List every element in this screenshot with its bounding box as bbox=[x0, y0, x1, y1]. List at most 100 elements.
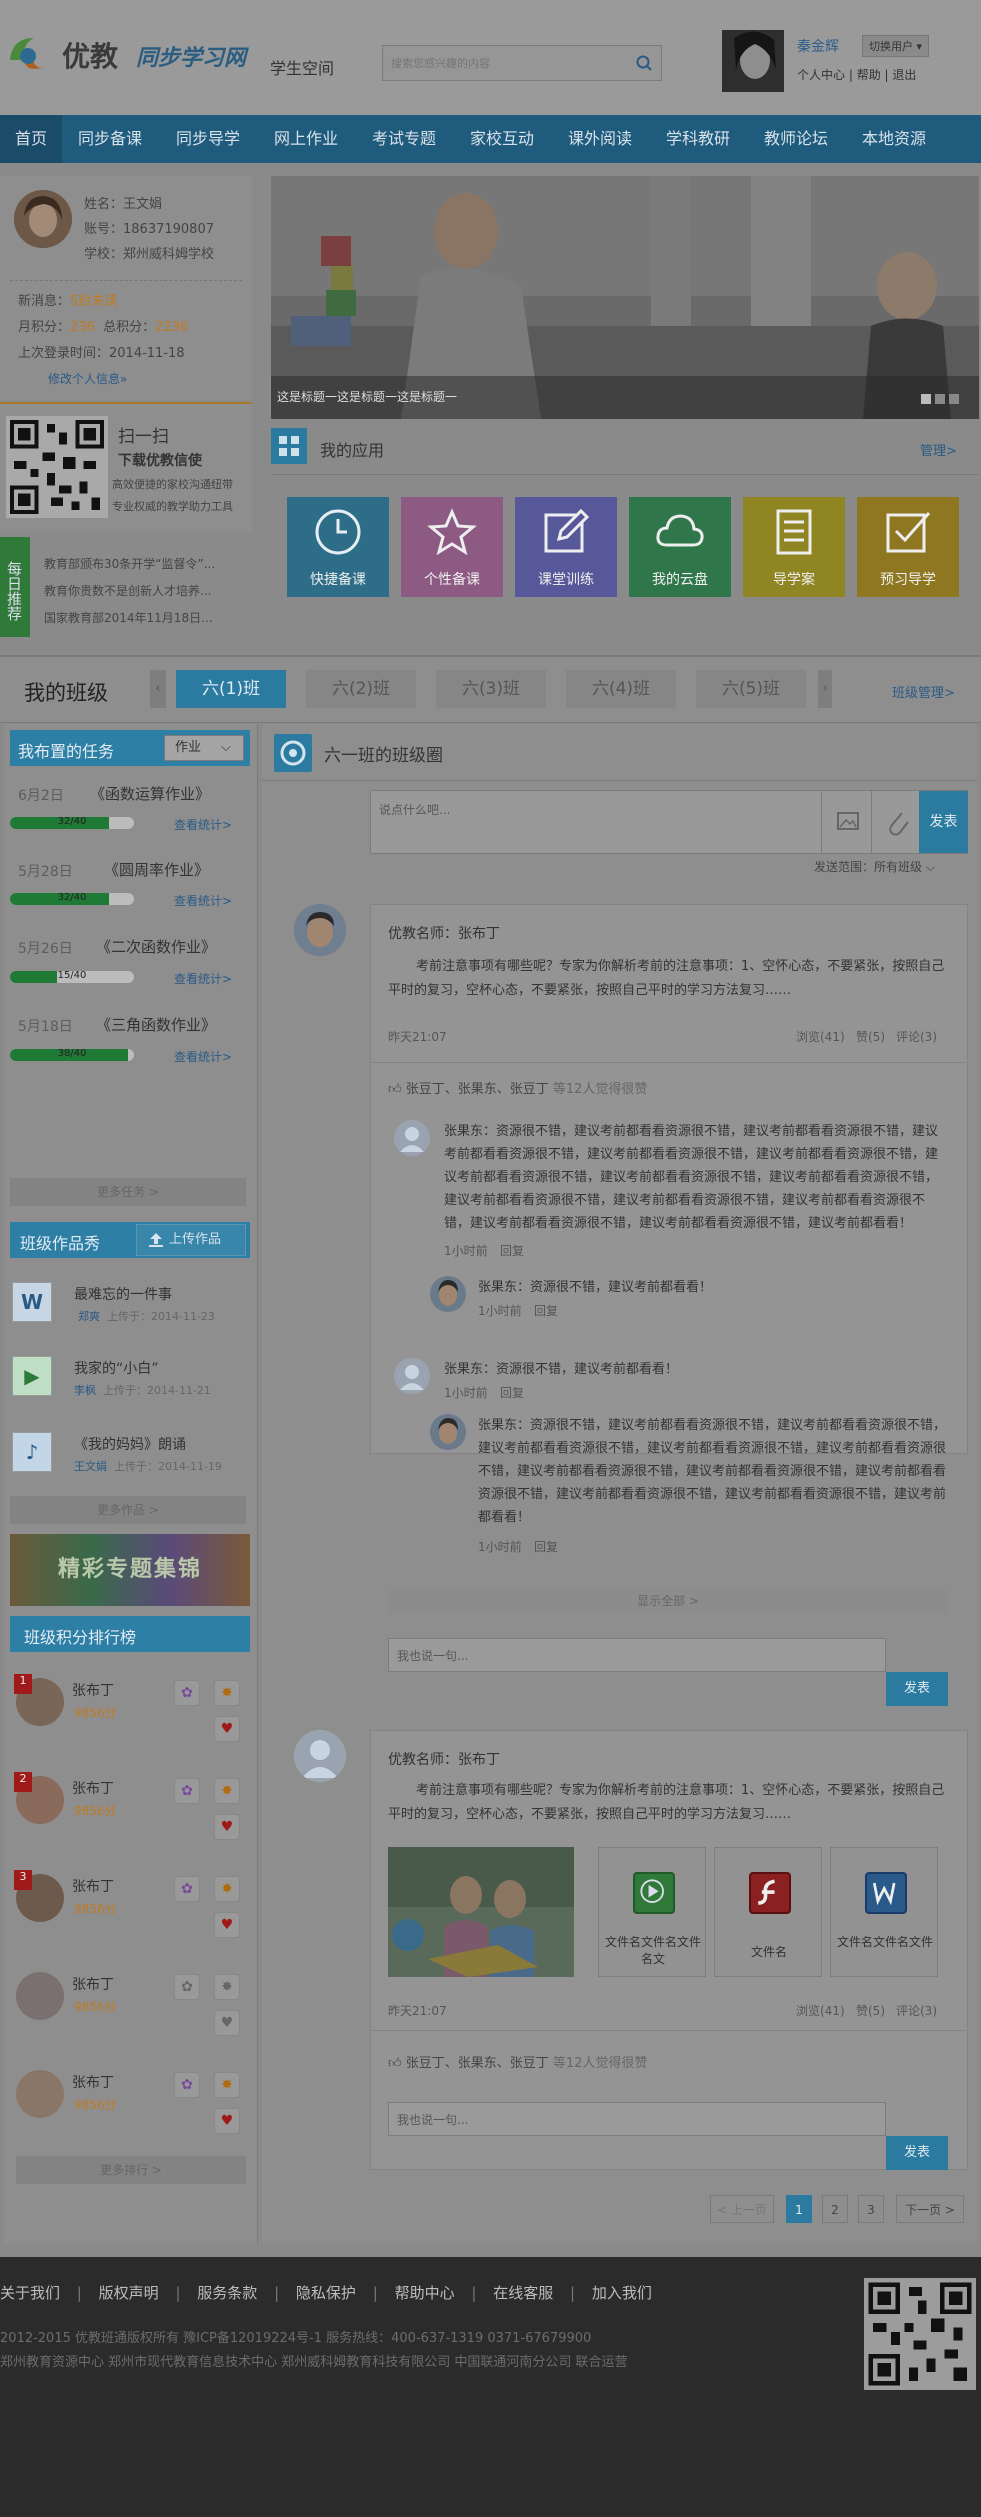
class-tab-5[interactable]: 六(5)班 bbox=[696, 670, 806, 708]
post-author[interactable]: 优教名师：张布丁 bbox=[388, 1749, 500, 1769]
task-filter-select[interactable]: 作业 ⌵ bbox=[164, 735, 244, 761]
task-stat-link[interactable]: 查看统计> bbox=[174, 892, 232, 909]
personal-center-link[interactable]: 个人中心 bbox=[797, 68, 845, 82]
flower-icon[interactable]: ✿ bbox=[174, 1778, 200, 1804]
nav-exam-topics[interactable]: 考试专题 bbox=[372, 115, 436, 163]
work-title[interactable]: 《我的妈妈》朗诵 bbox=[74, 1434, 186, 1454]
nav-sync-guide[interactable]: 同步导学 bbox=[176, 115, 240, 163]
nav-home-school[interactable]: 家校互动 bbox=[470, 115, 534, 163]
class-tab-3[interactable]: 六(3)班 bbox=[436, 670, 546, 708]
footer-link-copyright[interactable]: 版权声明 bbox=[99, 2284, 159, 2302]
post-author-avatar[interactable] bbox=[294, 904, 346, 956]
composer-input[interactable]: 说点什么吧... bbox=[379, 801, 450, 818]
nav-online-homework[interactable]: 网上作业 bbox=[274, 115, 338, 163]
tabs-prev-arrow[interactable]: ‹ bbox=[150, 670, 166, 708]
post-author[interactable]: 优教名师：张布丁 bbox=[388, 923, 500, 943]
work-title[interactable]: 最难忘的一件事 bbox=[74, 1284, 172, 1304]
app-study-plan[interactable]: 导学案 bbox=[743, 497, 845, 597]
post-image[interactable] bbox=[388, 1847, 574, 1977]
upload-work-button[interactable]: 上传作品 bbox=[136, 1224, 246, 1256]
profile-avatar[interactable] bbox=[14, 190, 72, 248]
carousel-dot-1[interactable] bbox=[921, 394, 931, 404]
page-1[interactable]: 1 bbox=[786, 2195, 812, 2223]
nav-home[interactable]: 首页 bbox=[0, 115, 62, 163]
publish-button[interactable]: 发表 bbox=[919, 791, 968, 853]
heart-icon[interactable]: ♥ bbox=[214, 2010, 240, 2036]
post-author-avatar[interactable] bbox=[294, 1730, 346, 1782]
commenter-avatar[interactable] bbox=[394, 1358, 430, 1394]
banner-carousel[interactable]: 这是标题一这是标题一这是标题一 bbox=[271, 176, 979, 419]
like-button[interactable]: 赞(5) bbox=[856, 2002, 885, 2019]
class-tab-4[interactable]: 六(4)班 bbox=[566, 670, 676, 708]
app-quick-prep[interactable]: 快捷备课 bbox=[287, 497, 389, 597]
task-name[interactable]: 《圆周率作业》 bbox=[104, 859, 209, 880]
nav-forum[interactable]: 教师论坛 bbox=[764, 115, 828, 163]
comment-button[interactable]: 评论(3) bbox=[896, 2002, 937, 2019]
heart-icon[interactable]: ♥ bbox=[214, 1912, 240, 1938]
app-preview-guide[interactable]: 预习导学 bbox=[857, 497, 959, 597]
task-stat-link[interactable]: 查看统计> bbox=[174, 970, 232, 987]
nav-local[interactable]: 本地资源 bbox=[862, 115, 926, 163]
switch-user-dropdown[interactable]: 切换用户 ▾ bbox=[862, 35, 930, 57]
sun-icon[interactable]: ✸ bbox=[214, 2072, 240, 2098]
sun-icon[interactable]: ✸ bbox=[214, 1778, 240, 1804]
rank-avatar[interactable] bbox=[16, 1972, 64, 2020]
work-item[interactable]: ▶ 我家的“小白” 李枫 上传于：2014-11-21 bbox=[12, 1352, 250, 1400]
sun-icon[interactable]: ✸ bbox=[214, 1680, 240, 1706]
reply-button[interactable]: 回复 bbox=[534, 1302, 558, 1319]
daily-item-2[interactable]: 教育你贵数不是创新人才培养... bbox=[44, 582, 211, 599]
footer-link-join[interactable]: 加入我们 bbox=[592, 2284, 652, 2302]
special-topics-banner[interactable]: 精彩专题集锦 bbox=[10, 1534, 250, 1606]
comment-publish-button[interactable]: 发表 bbox=[886, 1672, 948, 1706]
more-ranking-button[interactable]: 更多排行 > bbox=[16, 2156, 246, 2184]
flower-icon[interactable]: ✿ bbox=[174, 1876, 200, 1902]
user-avatar[interactable] bbox=[722, 30, 784, 92]
comment-publish-button[interactable]: 发表 bbox=[886, 2136, 948, 2170]
heart-icon[interactable]: ♥ bbox=[214, 1814, 240, 1840]
attachment-item[interactable]: 文件名文件名文件名文 bbox=[598, 1847, 706, 1977]
more-works-button[interactable]: 更多作品 > bbox=[10, 1496, 246, 1524]
reply-button[interactable]: 回复 bbox=[500, 1384, 524, 1401]
new-messages-link[interactable]: 5封未读 bbox=[70, 294, 117, 309]
footer-link-terms[interactable]: 服务条款 bbox=[197, 2284, 257, 2302]
flower-icon[interactable]: ✿ bbox=[174, 1680, 200, 1706]
task-name[interactable]: 《二次函数作业》 bbox=[96, 936, 216, 957]
carousel-dot-2[interactable] bbox=[935, 394, 945, 404]
daily-item-1[interactable]: 教育部颁布30条开学“监督令”... bbox=[44, 555, 215, 572]
class-tab-1[interactable]: 六(1)班 bbox=[176, 670, 286, 708]
edit-profile-link[interactable]: 修改个人信息» bbox=[48, 370, 127, 387]
attachment-icon[interactable] bbox=[871, 791, 919, 853]
user-name[interactable]: 秦金辉 bbox=[797, 36, 839, 56]
work-item[interactable]: ♪ 《我的妈妈》朗诵 王文娟 上传于：2014-11-19 bbox=[12, 1428, 250, 1476]
more-tasks-button[interactable]: 更多任务 > bbox=[10, 1178, 246, 1206]
heart-icon[interactable]: ♥ bbox=[214, 1716, 240, 1742]
nav-research[interactable]: 学科教研 bbox=[666, 115, 730, 163]
comment-button[interactable]: 评论(3) bbox=[896, 1028, 937, 1045]
heart-icon[interactable]: ♥ bbox=[214, 2108, 240, 2134]
work-item[interactable]: W 最难忘的一件事 郑爽 上传于：2014-11-23 bbox=[12, 1278, 250, 1326]
logout-link[interactable]: 退出 bbox=[892, 68, 916, 82]
task-stat-link[interactable]: 查看统计> bbox=[174, 816, 232, 833]
commenter-avatar[interactable] bbox=[394, 1120, 430, 1156]
app-class-training[interactable]: 课堂训练 bbox=[515, 497, 617, 597]
comment-input[interactable]: 我也说一句... bbox=[388, 2102, 886, 2136]
commenter-avatar[interactable] bbox=[430, 1414, 466, 1450]
search-input[interactable] bbox=[383, 46, 613, 80]
rank-avatar[interactable] bbox=[16, 2070, 64, 2118]
attachment-item[interactable]: 文件名文件名文件 bbox=[830, 1847, 938, 1977]
like-button[interactable]: 赞(5) bbox=[856, 1028, 885, 1045]
page-3[interactable]: 3 bbox=[858, 2195, 884, 2223]
tabs-next-arrow[interactable]: › bbox=[818, 670, 832, 708]
nav-sync-prep[interactable]: 同步备课 bbox=[78, 115, 142, 163]
app-personal-prep[interactable]: 个性备课 bbox=[401, 497, 503, 597]
task-stat-link[interactable]: 查看统计> bbox=[174, 1048, 232, 1065]
flower-icon[interactable]: ✿ bbox=[174, 2072, 200, 2098]
class-manage-link[interactable]: 班级管理> bbox=[892, 682, 955, 701]
comment-input[interactable]: 我也说一句... bbox=[388, 1638, 886, 1672]
prev-page-button[interactable]: < 上一页 bbox=[710, 2195, 774, 2223]
app-cloud-drive[interactable]: 我的云盘 bbox=[629, 497, 731, 597]
image-icon[interactable] bbox=[821, 791, 871, 853]
show-all-button[interactable]: 显示全部 > bbox=[388, 1588, 948, 1614]
commenter-avatar[interactable] bbox=[430, 1276, 466, 1312]
class-tab-2[interactable]: 六(2)班 bbox=[306, 670, 416, 708]
